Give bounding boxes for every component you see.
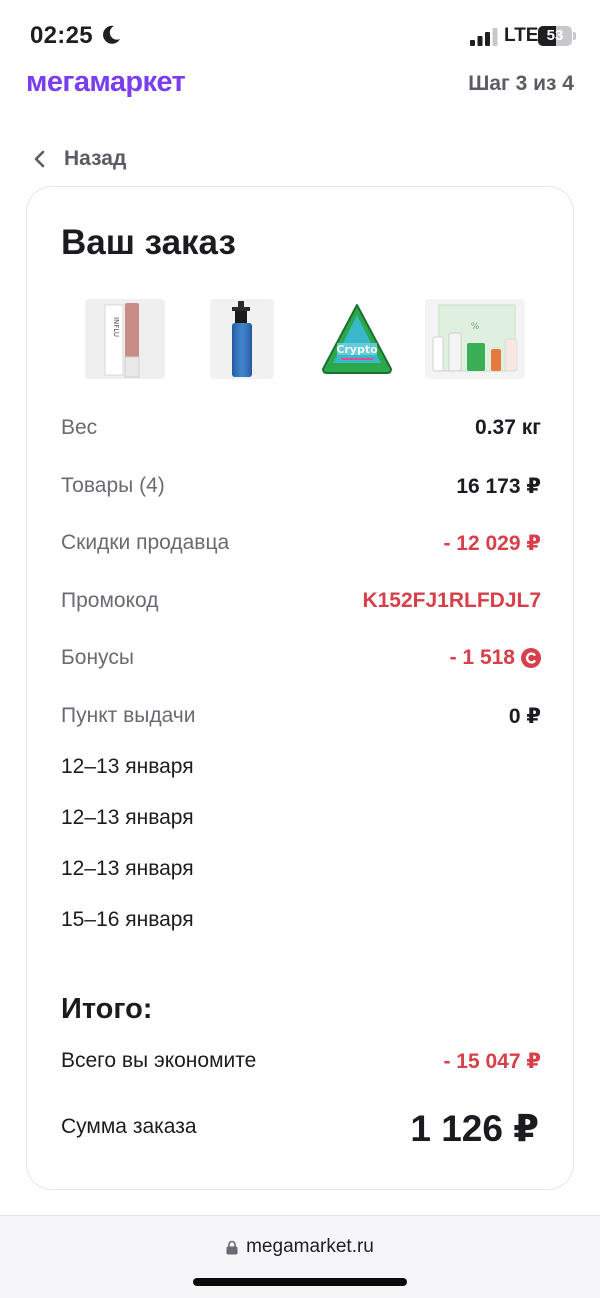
row-value: 16 173 ₽ — [456, 475, 541, 498]
order-row-pickup: Пункт выдачи 0 ₽ — [61, 704, 541, 734]
svg-text:%: % — [471, 322, 480, 332]
lock-icon — [226, 1240, 238, 1254]
savings-value: - 15 047 ₽ — [443, 1050, 541, 1073]
delivery-date: 12–13 января — [61, 857, 194, 880]
sum-label: Сумма заказа — [61, 1115, 197, 1138]
url-text: megamarket.ru — [246, 1236, 374, 1257]
row-label: Скидки продавца — [61, 531, 230, 554]
row-label: Товары (4) — [61, 474, 165, 497]
brand-logo[interactable]: мегамаркет — [26, 66, 186, 99]
back-label: Назад — [64, 147, 127, 170]
checkout-step-indicator: Шаг 3 из 4 — [468, 72, 574, 95]
battery-level: 53 — [546, 27, 564, 44]
url-display[interactable]: megamarket.ru — [0, 1236, 600, 1258]
row-label: Бонусы — [61, 646, 134, 669]
row-value: 0.37 кг — [475, 416, 541, 439]
battery-icon: 53 — [538, 26, 576, 46]
blue-bottle-product-image — [232, 301, 252, 377]
signal-icon — [470, 28, 498, 46]
chevron-left-icon — [34, 150, 45, 168]
order-row-seller-discount: Скидки продавца - 12 029 ₽ — [61, 531, 541, 561]
bonus-value: - 1 518 — [450, 646, 541, 670]
savings-label: Всего вы экономите — [61, 1049, 257, 1072]
status-bar: 02:25 LTE 53 — [0, 0, 600, 70]
order-row-items: Товары (4) 16 173 ₽ — [61, 474, 541, 504]
delivery-date: 12–13 января — [61, 806, 194, 829]
lipstick-product-image: INFLU — [104, 303, 140, 378]
row-label: Промокод — [61, 589, 159, 612]
status-time: 02:25 — [30, 22, 93, 49]
skincare-set-product-image: % — [432, 304, 518, 372]
back-button[interactable]: Назад — [30, 144, 126, 174]
delivery-date: 12–13 января — [61, 755, 194, 778]
row-label: Вес — [61, 416, 98, 439]
order-row-bonuses: Бонусы - 1 518 — [61, 646, 541, 676]
order-title: Ваш заказ — [61, 223, 236, 262]
svg-text:Crypto: Crypto — [336, 343, 378, 356]
crypto-triangle-product-image: Crypto — [322, 304, 392, 374]
total-savings-row: Всего вы экономите - 15 047 ₽ — [61, 1049, 541, 1079]
row-label: Пункт выдачи — [61, 704, 196, 727]
moon-icon — [103, 25, 120, 44]
browser-address-bar[interactable]: megamarket.ru — [0, 1215, 600, 1298]
product-thumb-4[interactable]: % — [425, 299, 525, 379]
product-thumb-2[interactable] — [210, 299, 274, 379]
order-row-promocode: Промокод K152FJ1RLFDJL7 — [61, 589, 541, 619]
delivery-date: 15–16 января — [61, 908, 194, 931]
bonus-coin-icon — [521, 648, 541, 668]
row-value: 0 ₽ — [508, 705, 541, 728]
svg-text:INFLU: INFLU — [112, 317, 120, 337]
order-sum-value: 1 126 ₽ — [410, 1108, 539, 1149]
product-thumbnails: INFLU Crypto % — [27, 299, 575, 381]
row-value: - 12 029 ₽ — [443, 532, 541, 555]
order-row-weight: Вес 0.37 кг — [61, 416, 541, 446]
bonus-amount: - 1 518 — [449, 646, 515, 669]
promocode-value: K152FJ1RLFDJL7 — [362, 589, 541, 612]
product-thumb-1[interactable]: INFLU — [85, 299, 165, 379]
total-title: Итого: — [61, 993, 153, 1025]
network-type: LTE — [504, 25, 539, 46]
home-indicator[interactable] — [193, 1278, 407, 1286]
product-thumb-3[interactable]: Crypto — [319, 299, 395, 379]
order-summary-card: Ваш заказ INFLU Crypto % Вес 0.37 кг Тов… — [26, 186, 574, 1190]
